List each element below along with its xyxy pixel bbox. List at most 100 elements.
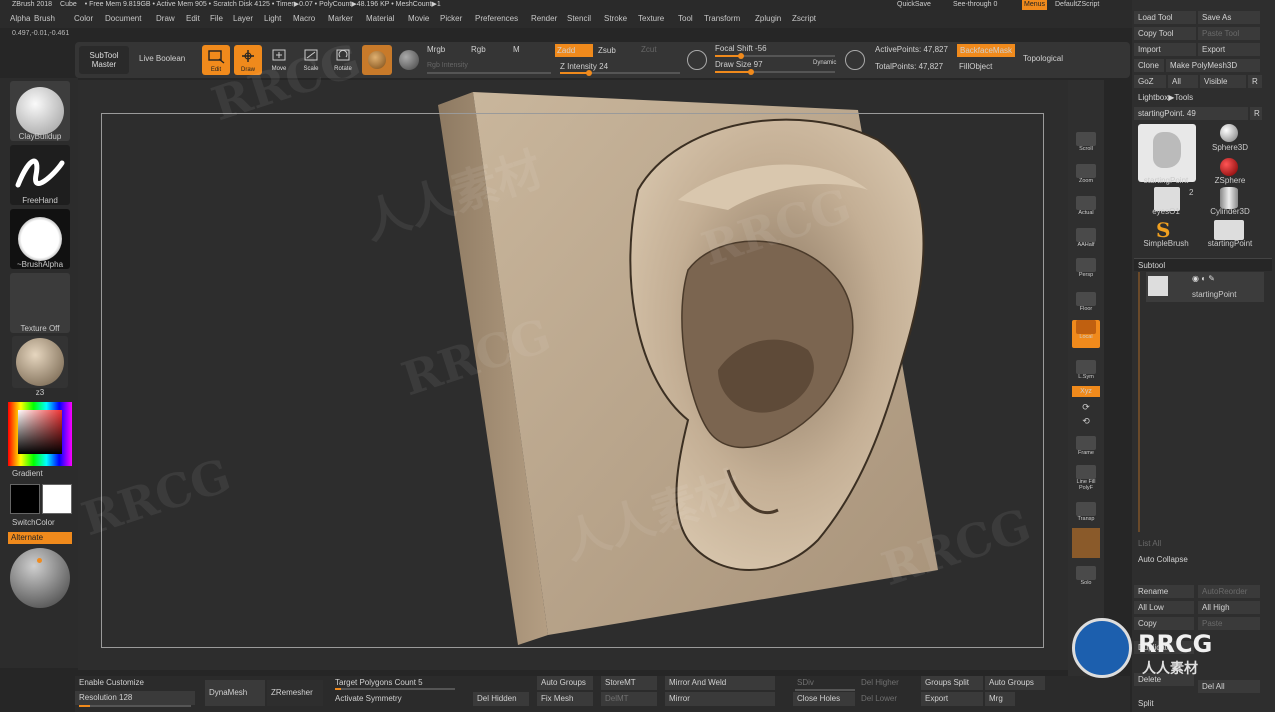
menu-material[interactable]: Material xyxy=(366,10,394,28)
auto-groups-button[interactable]: Auto Groups xyxy=(537,676,593,690)
sdiv-slider[interactable]: SDiv xyxy=(793,676,855,690)
paste-tool-button[interactable]: Paste Tool xyxy=(1198,27,1260,40)
copy-button[interactable]: Copy xyxy=(1134,617,1194,630)
lsym-button[interactable]: L.Sym xyxy=(1072,360,1100,380)
zremesher-button[interactable]: ZRemesher xyxy=(267,680,323,706)
sdiv-track[interactable] xyxy=(795,689,855,691)
menu-zplugin[interactable]: Zplugin xyxy=(755,10,781,28)
backface-mask-button[interactable]: BackfaceMask xyxy=(957,44,1016,57)
stroke-spacing-icon[interactable] xyxy=(687,50,707,70)
gyro-icon[interactable] xyxy=(399,50,419,70)
menu-marker[interactable]: Marker xyxy=(328,10,353,28)
menu-file[interactable]: File xyxy=(210,10,223,28)
material-swatch-button[interactable] xyxy=(362,45,392,75)
all-low-button[interactable]: All Low xyxy=(1134,601,1194,614)
auto-groups-bottom-button[interactable]: Auto Groups xyxy=(985,676,1045,690)
tool-thumb-startingpoint-2[interactable] xyxy=(1214,220,1244,240)
move-button[interactable]: Move xyxy=(267,47,291,72)
menu-brush[interactable]: Brush xyxy=(34,10,55,28)
zsub-button[interactable]: Zsub xyxy=(598,46,616,55)
del-hidden-button[interactable]: Del Hidden xyxy=(473,692,529,706)
scroll-button[interactable]: Scroll xyxy=(1072,132,1100,152)
local-button[interactable]: Local xyxy=(1072,320,1100,348)
matcap-sphere-icon[interactable] xyxy=(10,548,70,608)
menu-zscript[interactable]: Zscript xyxy=(792,10,816,28)
clone-button[interactable]: Clone xyxy=(1134,59,1164,72)
zcut-button[interactable]: Zcut xyxy=(641,45,657,54)
rotate-button[interactable]: Rotate xyxy=(331,47,355,72)
paste-button[interactable]: Paste xyxy=(1198,617,1260,630)
color-square[interactable] xyxy=(18,410,62,454)
r-button[interactable]: R xyxy=(1248,75,1262,88)
lightbox-tools-button[interactable]: Lightbox▶Tools xyxy=(1134,91,1262,104)
rgb-intensity-slider[interactable]: Rgb Intensity xyxy=(427,62,468,69)
secondary-color-swatch[interactable] xyxy=(42,484,72,514)
menu-stencil[interactable]: Stencil xyxy=(567,10,591,28)
primary-color-swatch[interactable] xyxy=(10,484,40,514)
export-bottom-button[interactable]: Export xyxy=(921,692,983,706)
activate-symmetry-button[interactable]: Activate Symmetry xyxy=(331,692,457,706)
tool-r-button[interactable]: R xyxy=(1250,107,1262,120)
topological-button[interactable]: Topological xyxy=(1023,54,1063,63)
mrg-button[interactable]: Mrg xyxy=(985,692,1015,706)
persp-button[interactable]: Persp xyxy=(1072,258,1100,278)
menu-render[interactable]: Render xyxy=(531,10,557,28)
draw-size-knob[interactable] xyxy=(748,69,754,75)
zsphere-icon[interactable] xyxy=(1220,158,1238,176)
focal-shift-track[interactable] xyxy=(715,53,835,59)
del-mt-button[interactable]: DelMT xyxy=(601,692,657,706)
target-polygons-track[interactable] xyxy=(335,688,455,690)
floor-button[interactable]: Floor xyxy=(1072,292,1100,312)
subtool-list-item[interactable]: startingPoint ◉ ◐ ✎ xyxy=(1146,272,1264,302)
menu-texture[interactable]: Texture xyxy=(638,10,664,28)
store-mt-button[interactable]: StoreMT xyxy=(601,676,657,690)
solo-button[interactable]: Solo xyxy=(1072,566,1100,586)
z-intensity-knob[interactable] xyxy=(585,70,592,76)
menu-draw[interactable]: Draw xyxy=(156,10,175,28)
del-lower-button[interactable]: Del Lower xyxy=(857,692,913,706)
goz-button[interactable]: GoZ xyxy=(1134,75,1166,88)
ghost-button[interactable] xyxy=(1072,528,1100,558)
frame-button[interactable]: Frame xyxy=(1072,436,1100,456)
copy-tool-button[interactable]: Copy Tool xyxy=(1134,27,1196,40)
dynamesh-button[interactable]: DynaMesh xyxy=(205,680,265,706)
enable-customize-button[interactable]: Enable Customize xyxy=(75,676,195,690)
transp-button[interactable]: Transp xyxy=(1072,502,1100,522)
draw-size-track[interactable] xyxy=(715,69,835,75)
menu-macro[interactable]: Macro xyxy=(293,10,315,28)
menu-picker[interactable]: Picker xyxy=(440,10,462,28)
see-through-slider[interactable]: See-through 0 xyxy=(953,0,997,10)
subtool-header[interactable]: Subtool xyxy=(1134,258,1272,271)
alternate-button[interactable]: Alternate xyxy=(8,532,72,544)
subtool-master-button[interactable]: SubTool Master xyxy=(79,46,129,74)
rotate-z-icon[interactable]: ⟲ xyxy=(1072,416,1100,427)
tool-slider[interactable]: startingPoint. 49 xyxy=(1134,107,1248,120)
list-all-button[interactable]: List All xyxy=(1134,537,1194,550)
menu-movie[interactable]: Movie xyxy=(408,10,429,28)
fill-object-button[interactable]: FillObject xyxy=(959,62,992,71)
visible-button[interactable]: Visible xyxy=(1200,75,1246,88)
menu-transform[interactable]: Transform xyxy=(704,10,740,28)
auto-collapse-button[interactable]: Auto Collapse xyxy=(1134,553,1204,566)
menus-button[interactable]: Menus xyxy=(1022,0,1048,10)
polyf-button[interactable]: Line Fill PolyF xyxy=(1072,465,1100,491)
all-high-button[interactable]: All High xyxy=(1198,601,1260,614)
fix-mesh-button[interactable]: Fix Mesh xyxy=(537,692,593,706)
aahalf-button[interactable]: AAHalf xyxy=(1072,228,1100,248)
menu-preferences[interactable]: Preferences xyxy=(475,10,518,28)
all-button[interactable]: All xyxy=(1168,75,1198,88)
menu-alpha[interactable]: Alpha xyxy=(10,10,30,28)
rgb-button[interactable]: Rgb xyxy=(471,45,486,54)
import-button[interactable]: Import xyxy=(1134,43,1196,56)
simplebrush-icon[interactable]: S xyxy=(1156,220,1170,240)
tool-thumb-startingpoint[interactable] xyxy=(1138,124,1196,182)
m-button[interactable]: M xyxy=(513,45,520,54)
zadd-button[interactable]: Zadd xyxy=(555,44,593,57)
groups-split-button[interactable]: Groups Split xyxy=(921,676,983,690)
subtool-visibility-icon[interactable]: ◉ ◐ ✎ xyxy=(1192,274,1215,283)
z-intensity-slider[interactable]: Z Intensity 24 xyxy=(560,62,608,71)
live-boolean-button[interactable]: Live Boolean xyxy=(139,54,185,63)
material-picker[interactable] xyxy=(12,336,68,388)
make-polymesh-button[interactable]: Make PolyMesh3D xyxy=(1166,59,1260,72)
menu-tool[interactable]: Tool xyxy=(678,10,693,28)
